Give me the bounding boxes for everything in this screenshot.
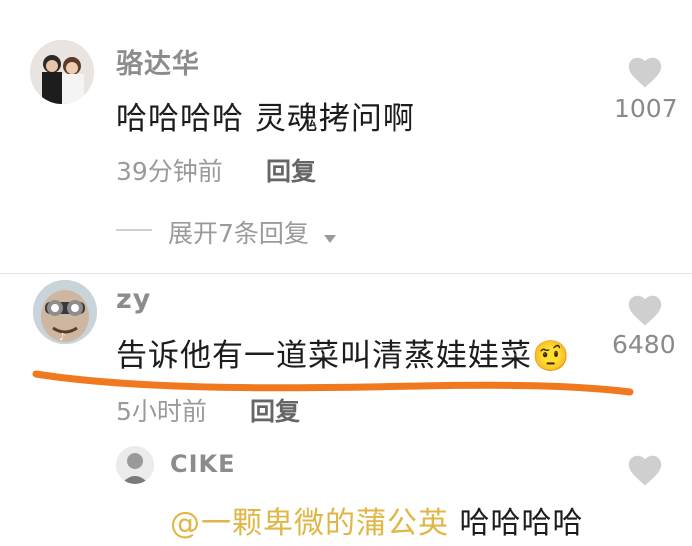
mention-link[interactable]: @一颗卑微的蒲公英 bbox=[170, 506, 449, 541]
heart-icon bbox=[628, 455, 662, 486]
avatar[interactable] bbox=[116, 446, 154, 484]
reply-text-body: 哈哈哈哈 bbox=[449, 506, 584, 541]
reply-username[interactable]: CIKE bbox=[170, 450, 236, 478]
reply-text: @一颗卑微的蒲公英 哈哈哈哈 bbox=[170, 498, 584, 542]
reply-item: CIKE @一颗卑微的蒲公英 哈哈哈哈 bbox=[0, 0, 692, 546]
like-button[interactable] bbox=[605, 453, 685, 487]
